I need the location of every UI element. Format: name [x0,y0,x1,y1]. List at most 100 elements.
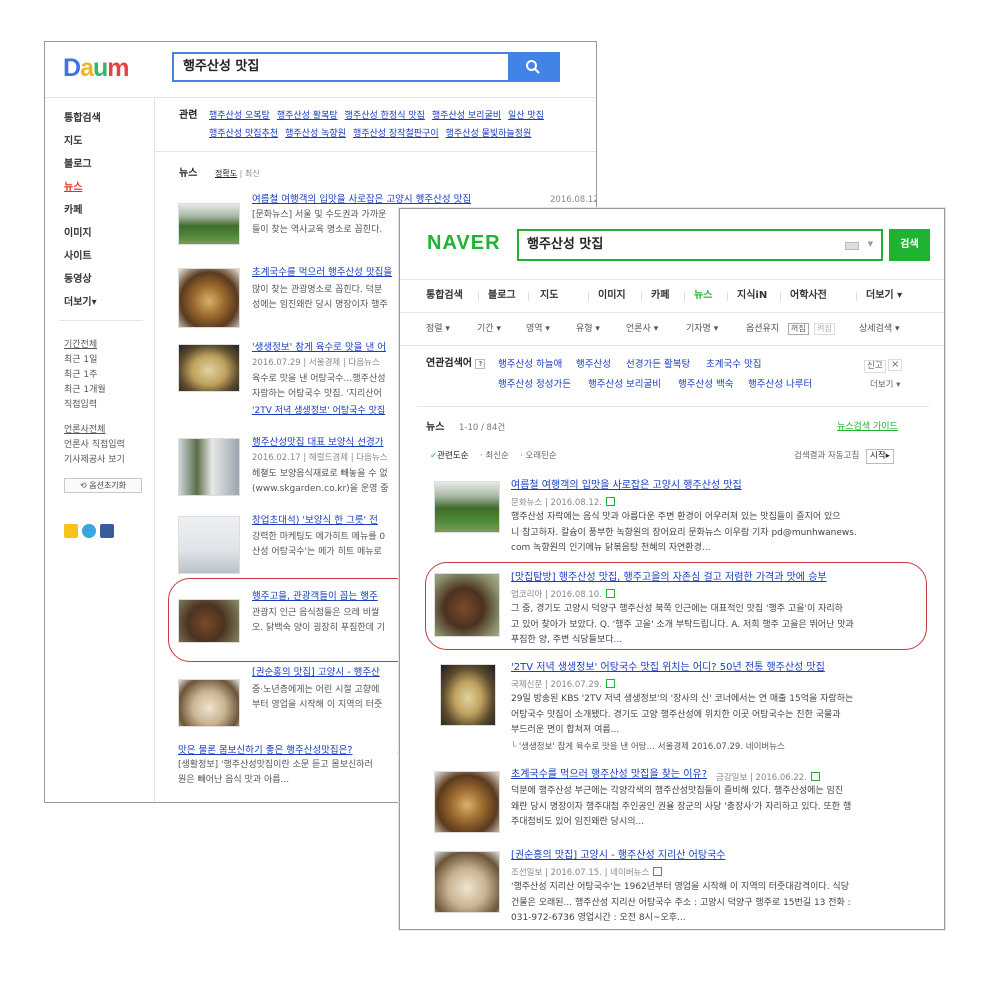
period-1month[interactable]: 최근 1개월 [64,386,106,395]
sort-oldest[interactable]: · 오래된순 [520,452,557,461]
option-press[interactable]: 언론사 ▾ [626,325,658,334]
news-title[interactable]: [권순홍의 맛집] 고양시 - 행주산 [252,668,380,678]
sidebar-item-unified[interactable]: 통합검색 [64,114,101,124]
auto-refresh-start-button[interactable]: 시작▸ [866,449,894,464]
tab-dictionary[interactable]: 어학사전 [790,291,827,301]
daum-search-input[interactable] [174,54,504,80]
related-more[interactable]: 더보기 ▾ [870,381,900,390]
period-custom[interactable]: 직접입력 [64,401,97,410]
naver-logo[interactable]: NAVER [427,233,501,253]
naver-search-button[interactable]: 검색 [889,229,930,261]
news-thumbnail[interactable] [434,481,500,533]
naver-search-input[interactable] [519,231,819,259]
tab-news[interactable]: 뉴스 [694,291,712,301]
news-title[interactable]: 맛은 물론 몸보신하기 좋은 행주산성맛집은? [178,746,352,756]
tab-map[interactable]: 지도 [540,291,558,301]
news-title[interactable]: 여름철 여행객의 입맛을 사로잡은 고양시 행주산성 맛집 [252,195,471,205]
related-link[interactable]: 행주산성 장작철판구이 [353,129,439,139]
news-thumbnail[interactable] [434,851,500,913]
option-advanced[interactable]: 상세검색 ▾ [859,325,900,334]
press-all[interactable]: 언론사전체 [64,426,105,435]
sort-accuracy[interactable]: 정확도 [215,169,237,178]
daum-search-box[interactable] [172,52,560,82]
external-link-icon[interactable] [605,679,615,688]
kakao-icon[interactable] [64,523,78,538]
option-reporter[interactable]: 기자명 ▾ [686,325,718,334]
close-icon[interactable]: × [888,359,903,371]
related-link[interactable]: 행주산성 나루터 [748,380,812,390]
news-thumbnail[interactable] [178,438,240,496]
external-link-icon[interactable] [653,867,663,876]
news-thumbnail[interactable] [440,664,496,726]
tab-image[interactable]: 이미지 [598,291,626,301]
sidebar-item-cafe[interactable]: 카페 [64,206,82,216]
news-title[interactable]: 초계국수를 먹으러 행주산성 맛집을 찾는 이유? [511,770,707,780]
news-title[interactable]: '생생정보' 참게 육수로 맛을 낸 어 [252,343,386,353]
related-link[interactable]: 행주산성 물빛하늘정원 [446,129,532,139]
external-link-icon[interactable] [605,497,615,506]
facebook-icon[interactable] [100,523,114,538]
news-sub-link[interactable]: '2TV 저녁 생생정보' 어탕국수 맛집 [252,407,385,416]
news-title[interactable]: '2TV 저녁 생생정보' 어탕국수 맛집 위치는 어디? 50년 전통 행주산… [511,663,825,673]
related-link[interactable]: 선경가든 활복탕 [626,360,690,370]
option-area[interactable]: 영역 ▾ [526,325,550,334]
tab-kin[interactable]: 지식iN [737,291,767,301]
news-title[interactable]: 여름철 여행객의 입맛을 사로잡은 고양시 행주산성 맛집 [511,481,742,491]
tab-blog[interactable]: 블로그 [488,291,516,301]
press-custom[interactable]: 언론사 직접입력 [64,441,125,450]
news-thumbnail[interactable] [178,344,240,392]
related-link[interactable]: 행주산성 맛집추천 [209,129,278,139]
period-1day[interactable]: 최근 1일 [64,356,97,365]
daum-logo[interactable]: Daum [63,56,129,81]
news-title[interactable]: 행주산성맛집 대표 보양식 선경가 [252,438,383,448]
daum-search-button[interactable] [508,54,558,80]
sidebar-item-map[interactable]: 지도 [64,137,82,147]
sort-relevance[interactable]: ✓관련도순 [430,452,468,461]
sidebar-item-site[interactable]: 사이트 [64,252,92,262]
tab-cafe[interactable]: 카페 [651,291,669,301]
option-keep-on[interactable]: 켜짐 [814,323,835,335]
option-type[interactable]: 유형 ▾ [576,325,600,334]
related-link[interactable]: 행주산성 정성가든 [498,380,571,390]
sidebar-item-video[interactable]: 동영상 [64,275,92,285]
related-link[interactable]: 행주산성 보리굴비 [588,380,661,390]
news-sub-link[interactable]: '생생정보' 참게 육수로 맛을 낸 어탕… 서울경제 2016.07.29. … [519,742,785,752]
keyboard-icon[interactable] [845,242,859,250]
news-title[interactable]: 창업초대석) '보양식 한 그릇' 전 [252,516,378,526]
option-period[interactable]: 기간 ▾ [477,325,501,334]
related-link[interactable]: 행주산성 [576,360,611,370]
news-thumbnail[interactable] [178,516,240,574]
naver-search-box[interactable]: ▼ [517,229,883,261]
related-link[interactable]: 초계국수 맛집 [706,360,761,370]
sidebar-item-news[interactable]: 뉴스 [64,183,82,193]
tab-unified[interactable]: 통합검색 [426,291,463,301]
news-thumbnail[interactable] [178,679,240,727]
option-keep-off[interactable]: 꺼짐 [788,323,809,335]
sidebar-item-more[interactable]: 더보기▾ [64,298,97,308]
news-title[interactable]: [권순홍의 맛집] 고양시 - 행주산성 지리산 어탕국수 [511,851,725,861]
sort-latest[interactable]: 최신 [245,169,260,178]
chevron-down-icon[interactable]: ▼ [868,241,873,248]
option-sort[interactable]: 정렬 ▾ [426,325,450,334]
news-guide-link[interactable]: 뉴스검색 가이드 [837,423,898,432]
related-link[interactable]: 행주산성 한정식 맛집 [345,111,425,121]
tab-more[interactable]: 더보기 ▾ [866,291,902,301]
news-thumbnail[interactable] [178,268,240,328]
related-link[interactable]: 행주산성 오복탕 [209,111,270,121]
related-link[interactable]: 일산 맛집 [508,111,544,121]
sidebar-item-blog[interactable]: 블로그 [64,160,92,170]
related-link[interactable]: 행주산성 녹향원 [285,129,346,139]
twitter-icon[interactable] [82,523,96,538]
reset-options-button[interactable]: ⟲ 옵션초기화 [64,478,142,493]
press-provider[interactable]: 기사제공사 보기 [64,456,125,465]
news-title[interactable]: 초계국수를 먹으러 행주산성 맛집을 [252,268,392,278]
related-link[interactable]: 행주산성 활복탕 [277,111,338,121]
external-link-icon[interactable] [810,772,820,781]
sort-latest[interactable]: · 최신순 [480,452,509,461]
news-thumbnail[interactable] [178,203,240,245]
period-all[interactable]: 기간전체 [64,341,97,350]
sidebar-item-image[interactable]: 이미지 [64,229,92,239]
related-link[interactable]: 행주산성 보리굴비 [432,111,501,121]
related-link[interactable]: 행주산성 백숙 [678,380,733,390]
news-thumbnail[interactable] [434,771,500,833]
